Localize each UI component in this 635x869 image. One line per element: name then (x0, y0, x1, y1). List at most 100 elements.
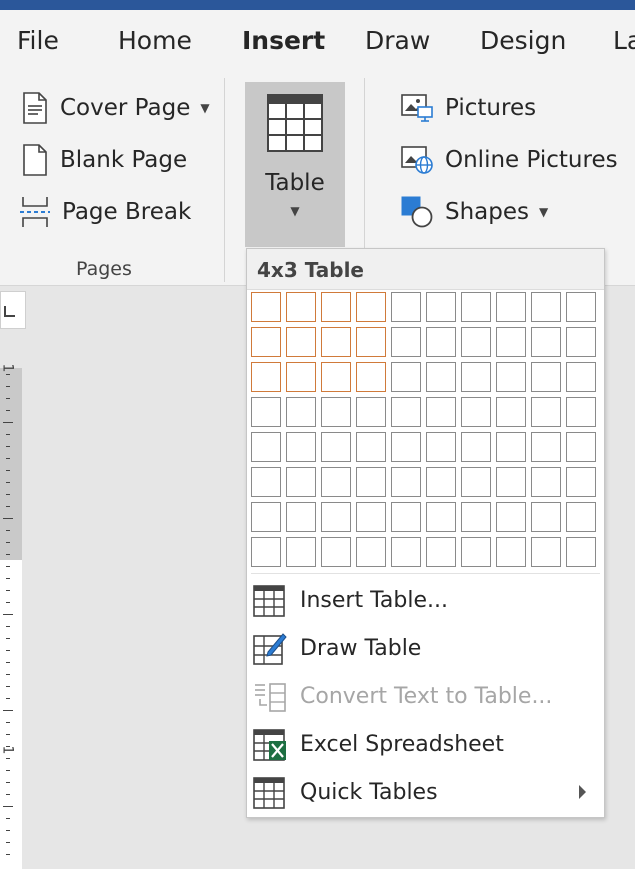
table-grid-cell[interactable] (461, 432, 491, 462)
page-break-button[interactable]: Page Break (20, 192, 191, 232)
table-grid-cell[interactable] (321, 502, 351, 532)
table-grid-cell[interactable] (426, 467, 456, 497)
table-grid-cell[interactable] (391, 467, 421, 497)
tab-home[interactable]: Home (118, 26, 192, 55)
table-grid-cell[interactable] (251, 397, 281, 427)
table-grid-cell[interactable] (356, 502, 386, 532)
table-grid-cell[interactable] (356, 397, 386, 427)
table-grid-cell[interactable] (251, 327, 281, 357)
table-grid-cell[interactable] (251, 292, 281, 322)
table-grid-cell[interactable] (356, 537, 386, 567)
table-grid-cell[interactable] (531, 397, 561, 427)
tab-design[interactable]: Design (480, 26, 566, 55)
table-grid-cell[interactable] (356, 327, 386, 357)
table-grid-cell[interactable] (496, 467, 526, 497)
table-grid-cell[interactable] (356, 432, 386, 462)
table-grid-cell[interactable] (391, 397, 421, 427)
table-grid-cell[interactable] (496, 502, 526, 532)
cover-page-button[interactable]: Cover Page ▼ (22, 88, 210, 128)
table-grid-cell[interactable] (321, 327, 351, 357)
table-grid-cell[interactable] (461, 502, 491, 532)
table-grid-cell[interactable] (461, 327, 491, 357)
tab-file[interactable]: File (17, 26, 59, 55)
online-pictures-button[interactable]: Online Pictures (401, 140, 618, 180)
table-grid-cell[interactable] (566, 362, 596, 392)
table-grid-cell[interactable] (356, 467, 386, 497)
table-grid-cell[interactable] (286, 397, 316, 427)
draw-table-item[interactable]: Draw Table (247, 625, 604, 673)
table-grid-cell[interactable] (461, 292, 491, 322)
table-grid-cell[interactable] (426, 327, 456, 357)
table-grid-cell[interactable] (356, 292, 386, 322)
table-grid-cell[interactable] (286, 327, 316, 357)
table-grid-cell[interactable] (461, 537, 491, 567)
table-grid-cell[interactable] (566, 397, 596, 427)
insert-table-item[interactable]: Insert Table... (247, 577, 604, 625)
table-grid-cell[interactable] (531, 327, 561, 357)
table-grid-cell[interactable] (391, 292, 421, 322)
convert-text-item[interactable]: Convert Text to Table... (247, 673, 604, 721)
table-grid-cell[interactable] (566, 432, 596, 462)
tab-selector[interactable] (0, 291, 26, 329)
table-button[interactable]: Table ▼ (245, 82, 345, 247)
table-grid-cell[interactable] (531, 292, 561, 322)
table-grid-cell[interactable] (286, 432, 316, 462)
table-grid-cell[interactable] (391, 327, 421, 357)
table-grid-cell[interactable] (566, 537, 596, 567)
table-grid-cell[interactable] (251, 467, 281, 497)
table-grid-cell[interactable] (321, 292, 351, 322)
table-grid-cell[interactable] (321, 432, 351, 462)
table-grid-cell[interactable] (531, 502, 561, 532)
table-grid-cell[interactable] (286, 467, 316, 497)
blank-page-button[interactable]: Blank Page (22, 140, 187, 180)
table-grid-cell[interactable] (321, 467, 351, 497)
table-grid-cell[interactable] (391, 537, 421, 567)
table-grid-cell[interactable] (566, 467, 596, 497)
table-grid-cell[interactable] (251, 362, 281, 392)
table-grid-cell[interactable] (566, 327, 596, 357)
table-grid-cell[interactable] (496, 397, 526, 427)
table-grid-cell[interactable] (531, 537, 561, 567)
table-grid-cell[interactable] (426, 502, 456, 532)
table-grid-cell[interactable] (286, 537, 316, 567)
tab-draw[interactable]: Draw (365, 26, 430, 55)
table-grid-cell[interactable] (286, 362, 316, 392)
table-grid-cell[interactable] (496, 362, 526, 392)
ruler-tick (6, 854, 10, 855)
table-grid-cell[interactable] (426, 362, 456, 392)
table-grid-cell[interactable] (461, 467, 491, 497)
table-grid-cell[interactable] (391, 502, 421, 532)
table-grid-cell[interactable] (286, 292, 316, 322)
table-grid-cell[interactable] (496, 537, 526, 567)
table-grid-cell[interactable] (461, 397, 491, 427)
table-grid-cell[interactable] (251, 537, 281, 567)
table-grid-cell[interactable] (251, 432, 281, 462)
excel-spreadsheet-item[interactable]: Excel Spreadsheet (247, 721, 604, 769)
table-grid-cell[interactable] (286, 502, 316, 532)
table-grid-cell[interactable] (461, 362, 491, 392)
table-grid-cell[interactable] (251, 502, 281, 532)
table-grid-cell[interactable] (321, 397, 351, 427)
table-grid-cell[interactable] (566, 502, 596, 532)
table-grid-cell[interactable] (391, 432, 421, 462)
table-grid-cell[interactable] (321, 362, 351, 392)
table-grid-cell[interactable] (531, 362, 561, 392)
table-grid-cell[interactable] (356, 362, 386, 392)
table-grid-cell[interactable] (496, 292, 526, 322)
table-grid-cell[interactable] (566, 292, 596, 322)
table-grid-cell[interactable] (391, 362, 421, 392)
tab-insert[interactable]: Insert (242, 26, 325, 55)
pictures-button[interactable]: Pictures (401, 88, 536, 128)
quick-tables-item[interactable]: Quick Tables (247, 769, 604, 817)
table-grid-cell[interactable] (496, 327, 526, 357)
table-grid-cell[interactable] (496, 432, 526, 462)
table-grid-cell[interactable] (426, 397, 456, 427)
shapes-button[interactable]: Shapes ▼ (401, 192, 548, 232)
table-grid-cell[interactable] (426, 432, 456, 462)
table-grid-cell[interactable] (426, 537, 456, 567)
table-grid-cell[interactable] (531, 432, 561, 462)
table-grid-cell[interactable] (321, 537, 351, 567)
tab-layout[interactable]: La (613, 26, 635, 55)
table-grid-cell[interactable] (426, 292, 456, 322)
table-grid-cell[interactable] (531, 467, 561, 497)
